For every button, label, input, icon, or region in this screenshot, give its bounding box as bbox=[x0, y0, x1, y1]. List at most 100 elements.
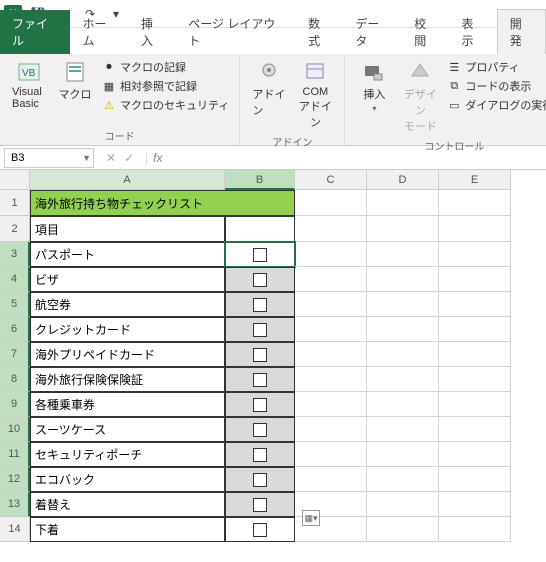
cell[interactable] bbox=[295, 292, 367, 317]
col-header-a[interactable]: A bbox=[30, 170, 225, 190]
cell-checkbox[interactable] bbox=[225, 467, 295, 492]
cell-item[interactable]: 各種乗車券 bbox=[30, 392, 225, 417]
cell[interactable] bbox=[225, 216, 295, 242]
col-header-d[interactable]: D bbox=[367, 170, 439, 190]
tab-data[interactable]: データ bbox=[343, 10, 402, 54]
cell[interactable] bbox=[295, 317, 367, 342]
cell[interactable] bbox=[367, 517, 439, 542]
cell[interactable] bbox=[439, 292, 511, 317]
addin-button[interactable]: アドイン bbox=[248, 58, 290, 120]
cell[interactable] bbox=[439, 517, 511, 542]
cell-item[interactable]: 下着 bbox=[30, 517, 225, 542]
cell[interactable] bbox=[439, 267, 511, 292]
row-header[interactable]: 7 bbox=[0, 342, 30, 367]
cell-checkbox[interactable] bbox=[225, 492, 295, 517]
cell-item[interactable]: 航空券 bbox=[30, 292, 225, 317]
cell[interactable] bbox=[295, 242, 367, 267]
row-header[interactable]: 12 bbox=[0, 467, 30, 492]
checkbox[interactable] bbox=[253, 423, 267, 437]
cell-title[interactable]: 海外旅行持ち物チェックリスト bbox=[30, 190, 295, 216]
checkbox[interactable] bbox=[253, 273, 267, 287]
row-header[interactable]: 8 bbox=[0, 367, 30, 392]
tab-view[interactable]: 表示 bbox=[450, 10, 497, 54]
cell[interactable] bbox=[367, 317, 439, 342]
cell[interactable] bbox=[367, 367, 439, 392]
col-header-b[interactable]: B bbox=[225, 170, 295, 190]
cell[interactable] bbox=[295, 267, 367, 292]
cell[interactable] bbox=[367, 216, 439, 242]
cell-item[interactable]: パスポート bbox=[30, 242, 225, 267]
properties-button[interactable]: ☰プロパティ bbox=[445, 58, 546, 76]
cell[interactable] bbox=[439, 442, 511, 467]
col-header-c[interactable]: C bbox=[295, 170, 367, 190]
cell[interactable] bbox=[295, 216, 367, 242]
cell-item[interactable]: クレジットカード bbox=[30, 317, 225, 342]
visual-basic-button[interactable]: VB Visual Basic bbox=[8, 58, 50, 112]
tab-insert[interactable]: 挿入 bbox=[129, 10, 176, 54]
formula-input[interactable] bbox=[162, 148, 546, 168]
checkbox[interactable] bbox=[253, 498, 267, 512]
insert-control-button[interactable]: 挿入 ▾ bbox=[353, 58, 395, 115]
com-addin-button[interactable]: COM アドイン bbox=[294, 58, 336, 132]
cell-item[interactable]: スーツケース bbox=[30, 417, 225, 442]
row-header[interactable]: 3 bbox=[0, 242, 30, 267]
cell-item[interactable]: 着替え bbox=[30, 492, 225, 517]
cell-checkbox[interactable] bbox=[225, 442, 295, 467]
cell[interactable] bbox=[367, 392, 439, 417]
row-header[interactable]: 2 bbox=[0, 216, 30, 242]
cell[interactable] bbox=[439, 216, 511, 242]
cell-checkbox[interactable] bbox=[225, 267, 295, 292]
cell[interactable] bbox=[295, 190, 367, 216]
cell[interactable] bbox=[295, 417, 367, 442]
cell-checkbox[interactable] bbox=[225, 317, 295, 342]
cancel-icon[interactable]: ✕ bbox=[106, 151, 116, 165]
cell[interactable] bbox=[367, 492, 439, 517]
cell[interactable] bbox=[367, 190, 439, 216]
design-mode-button[interactable]: デザイン モード bbox=[399, 58, 441, 136]
row-header[interactable]: 13 bbox=[0, 492, 30, 517]
cell-checkbox[interactable] bbox=[225, 417, 295, 442]
cell[interactable] bbox=[367, 242, 439, 267]
relative-ref-button[interactable]: ▦相対参照で記録 bbox=[100, 77, 231, 95]
row-header[interactable]: 1 bbox=[0, 190, 30, 216]
cell-checkbox[interactable] bbox=[225, 242, 295, 267]
cell-header-label[interactable]: 項目 bbox=[30, 216, 225, 242]
cell[interactable] bbox=[367, 417, 439, 442]
cell[interactable] bbox=[439, 417, 511, 442]
cell-item[interactable]: 海外プリペイドカード bbox=[30, 342, 225, 367]
cell-checkbox[interactable] bbox=[225, 392, 295, 417]
tab-formula[interactable]: 数式 bbox=[296, 10, 343, 54]
cell-item[interactable]: セキュリティポーチ bbox=[30, 442, 225, 467]
cell[interactable] bbox=[439, 367, 511, 392]
cell[interactable] bbox=[367, 267, 439, 292]
tab-page-layout[interactable]: ページ レイアウト bbox=[176, 10, 296, 54]
checkbox[interactable] bbox=[253, 348, 267, 362]
tab-file[interactable]: ファイル bbox=[0, 10, 70, 54]
cell-item[interactable]: エコバック bbox=[30, 467, 225, 492]
row-header[interactable]: 9 bbox=[0, 392, 30, 417]
cell-item[interactable]: ビザ bbox=[30, 267, 225, 292]
worksheet[interactable]: A B C D E 1 海外旅行持ち物チェックリスト 2 項目 3パスポート4ビ… bbox=[0, 170, 546, 542]
row-header[interactable]: 14 bbox=[0, 517, 30, 542]
cell[interactable] bbox=[439, 242, 511, 267]
checkbox[interactable] bbox=[253, 373, 267, 387]
col-header-e[interactable]: E bbox=[439, 170, 511, 190]
chevron-down-icon[interactable]: ▼ bbox=[82, 153, 91, 163]
cell[interactable] bbox=[295, 442, 367, 467]
cell-item[interactable]: 海外旅行保険保険証 bbox=[30, 367, 225, 392]
cell-checkbox[interactable] bbox=[225, 517, 295, 542]
cell[interactable] bbox=[367, 292, 439, 317]
cell[interactable] bbox=[295, 467, 367, 492]
cell[interactable] bbox=[367, 342, 439, 367]
checkbox[interactable] bbox=[253, 523, 267, 537]
tab-review[interactable]: 校閲 bbox=[402, 10, 449, 54]
row-header[interactable]: 5 bbox=[0, 292, 30, 317]
checkbox[interactable] bbox=[253, 448, 267, 462]
cell-checkbox[interactable] bbox=[225, 292, 295, 317]
cell[interactable] bbox=[439, 342, 511, 367]
row-header[interactable]: 11 bbox=[0, 442, 30, 467]
checkbox[interactable] bbox=[253, 298, 267, 312]
macro-security-button[interactable]: ⚠マクロのセキュリティ bbox=[100, 96, 231, 114]
fx-icon[interactable]: fx bbox=[146, 151, 162, 165]
row-header[interactable]: 4 bbox=[0, 267, 30, 292]
